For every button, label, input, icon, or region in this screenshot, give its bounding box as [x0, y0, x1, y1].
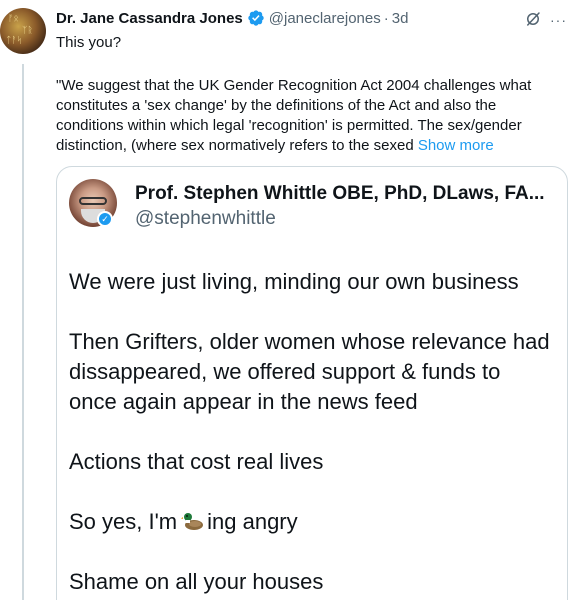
passage-line: constitutes a 'sex change' by the defini…	[56, 97, 497, 114]
tweet-text: This you?	[56, 34, 122, 51]
author-name[interactable]: Dr. Jane Cassandra Jones	[56, 10, 243, 27]
avatar-glasses	[79, 197, 107, 205]
verified-badge-icon	[248, 10, 264, 26]
quote-author-handle[interactable]: @stephenwhittle	[135, 208, 276, 230]
show-more-link[interactable]: Show more	[418, 137, 494, 154]
duck-emoji-icon	[181, 513, 204, 530]
quote-line: Then Grifters, older women whose relevan…	[69, 329, 550, 354]
passage-line: conditions within which legal 'recogniti…	[56, 117, 522, 134]
quote-line: once again appear in the news feed	[69, 389, 418, 414]
quote-author-name[interactable]: Prof. Stephen Whittle OBE, PhD, DLaws, F…	[135, 183, 555, 205]
quote-paragraph: Then Grifters, older women whose relevan…	[69, 327, 563, 417]
quote-text: So yes, I'm	[69, 509, 178, 534]
avatar[interactable]: ᚠᛟ ᛉᚱ ᛏᚨᛋ	[0, 8, 46, 54]
quote-tweet-card[interactable]: ✓ Prof. Stephen Whittle OBE, PhD, DLaws,…	[56, 166, 568, 600]
passage-line: distinction, (where sex normatively refe…	[56, 136, 568, 156]
quote-body: We were just living, minding our own bus…	[69, 267, 563, 597]
timestamp[interactable]: 3d	[392, 10, 409, 27]
quote-paragraph: Shame on all your houses	[69, 569, 324, 594]
quote-paragraph: We were just living, minding our own bus…	[69, 269, 519, 294]
quote-paragraph: Actions that cost real lives	[69, 449, 324, 474]
tweet-header: Dr. Jane Cassandra Jones @janeclarejones…	[56, 8, 408, 28]
separator-dot: ·	[383, 9, 389, 27]
avatar-verified-icon: ✓	[97, 211, 113, 227]
passage-text: distinction, (where sex normatively refe…	[56, 137, 414, 154]
quote-paragraph: So yes, I'm ing angry	[69, 507, 563, 537]
quote-line: dissappeared, we offered support & funds…	[69, 359, 501, 384]
more-icon[interactable]: ···	[550, 12, 567, 28]
quote-text: ing angry	[207, 509, 298, 534]
thread-line	[22, 64, 24, 600]
author-handle[interactable]: @janeclarejones	[269, 10, 381, 27]
grok-icon[interactable]	[524, 10, 542, 28]
passage-line: "We suggest that the UK Gender Recogniti…	[56, 77, 532, 94]
quoted-passage: "We suggest that the UK Gender Recogniti…	[56, 76, 568, 156]
